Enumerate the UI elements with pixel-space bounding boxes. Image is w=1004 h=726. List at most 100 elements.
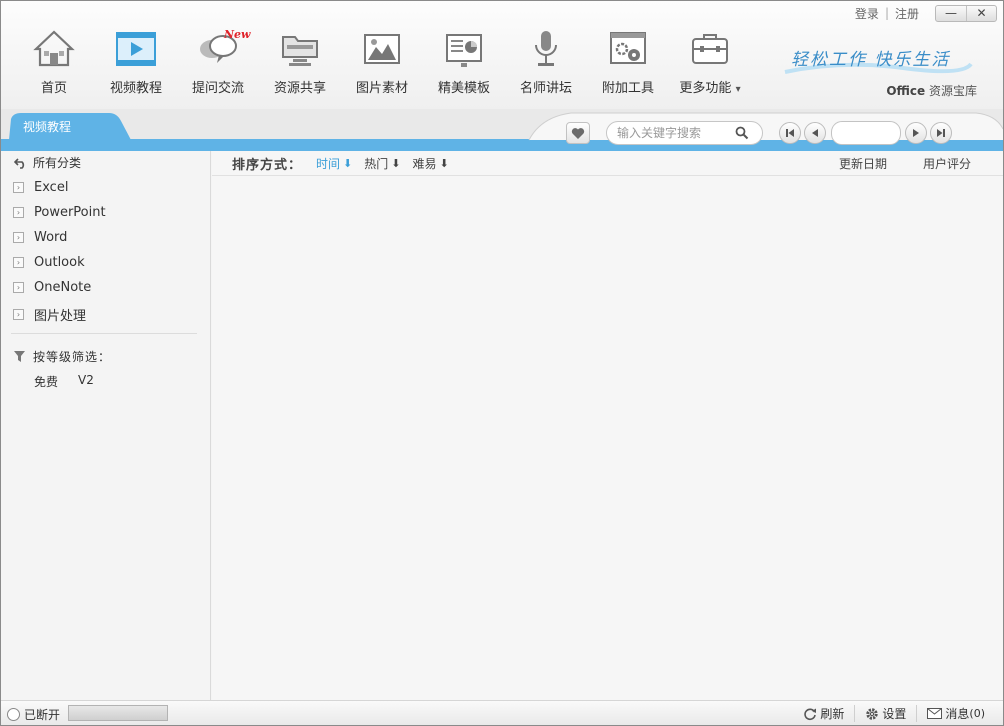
nav-tools[interactable]: 附加工具 — [587, 23, 669, 99]
tab-bar: 视频教程 — [1, 109, 1003, 151]
favorite-button[interactable] — [566, 122, 590, 144]
new-badge: New — [224, 28, 251, 41]
nav-resources-label: 资源共享 — [273, 81, 326, 96]
category-powerpoint[interactable]: › PowerPoint — [13, 205, 106, 220]
search-box — [606, 121, 763, 145]
nav-templates-label: 精美模板 — [437, 81, 490, 96]
last-page-icon — [937, 129, 945, 137]
nav-home[interactable]: 首页 — [13, 23, 95, 99]
pager — [779, 121, 955, 145]
category-label: Word — [34, 230, 68, 245]
category-label: PowerPoint — [34, 205, 106, 220]
sort-by-difficulty[interactable]: 难易 ⬇ — [412, 155, 448, 172]
page-number-input[interactable] — [831, 121, 901, 145]
next-page-button[interactable] — [905, 122, 927, 144]
next-page-icon — [913, 129, 919, 137]
first-page-icon — [786, 129, 794, 137]
last-page-button[interactable] — [930, 122, 952, 144]
refresh-icon — [804, 707, 817, 720]
sort-difficulty-label: 难易 — [412, 156, 437, 171]
tab-video-tutorials[interactable]: 视频教程 — [13, 114, 113, 140]
expand-icon: › — [13, 182, 24, 193]
category-word[interactable]: › Word — [13, 230, 67, 245]
nav-video-label: 视频教程 — [109, 81, 162, 96]
folder-icon — [282, 36, 318, 66]
microphone-icon — [535, 31, 557, 66]
account-bar: 登录 | 注册 — ✕ — [855, 3, 997, 23]
envelope-icon — [927, 708, 943, 719]
video-icon — [116, 32, 156, 66]
expand-icon: › — [13, 309, 24, 320]
search-input[interactable] — [617, 126, 735, 140]
column-user-rating[interactable]: 用户评分 — [923, 155, 971, 172]
register-link[interactable]: 注册 — [895, 5, 919, 22]
level-options: 免费 V2 — [34, 373, 114, 390]
brand-rest: 资源宝库 — [925, 84, 977, 98]
picture-icon — [364, 34, 400, 64]
sort-label: 排序方式： — [232, 157, 303, 173]
gear-icon — [866, 707, 879, 720]
level-free[interactable]: 免费 — [34, 373, 58, 390]
category-label: OneNote — [34, 280, 92, 295]
tools-icon — [610, 32, 646, 64]
connection-label: 已断开 — [24, 708, 61, 722]
account-separator: | — [884, 6, 889, 20]
nav-pictures-label: 图片素材 — [355, 81, 408, 96]
back-arrow-icon — [14, 157, 25, 169]
settings-button[interactable]: 设置 — [854, 705, 916, 722]
messages-label: 消息 — [945, 707, 970, 721]
prev-page-icon — [812, 129, 818, 137]
sort-time-label: 时间 — [316, 156, 341, 171]
category-excel[interactable]: › Excel — [13, 180, 68, 195]
all-categories[interactable]: 所有分类 — [14, 154, 81, 171]
content-area: 排序方式： 时间 ⬇ 热门 ⬇ 难易 ⬇ 更新日期 用户评分 — [212, 151, 1003, 700]
messages-button[interactable]: 消息 (0) — [916, 705, 995, 722]
refresh-button[interactable]: 刷新 — [793, 705, 854, 722]
home-icon — [33, 30, 75, 67]
refresh-label: 刷新 — [820, 707, 845, 721]
login-link[interactable]: 登录 — [855, 5, 879, 22]
nav-more-label: 更多功能 ▾ — [679, 77, 740, 96]
nav-lectures-label: 名师讲坛 — [519, 81, 572, 96]
expand-icon: › — [13, 282, 24, 293]
sidebar-divider — [11, 333, 197, 334]
nav-resources[interactable]: 资源共享 — [259, 23, 341, 99]
expand-icon: › — [13, 257, 24, 268]
all-categories-label: 所有分类 — [33, 156, 82, 170]
arrow-down-icon: ⬇ — [439, 156, 449, 170]
expand-icon: › — [13, 207, 24, 218]
sort-popular-label: 热门 — [364, 156, 389, 171]
app-window: 登录 | 注册 — ✕ 首页 视频教程 New 提问交流 资源共享 图片素材 精… — [0, 0, 1004, 726]
minimize-button[interactable]: — — [936, 6, 966, 21]
search-icon[interactable] — [735, 126, 749, 140]
category-onenote[interactable]: › OneNote — [13, 280, 91, 295]
nav-qa[interactable]: New 提问交流 — [177, 23, 259, 99]
category-outlook[interactable]: › Outlook — [13, 255, 85, 270]
settings-label: 设置 — [882, 707, 907, 721]
level-filter-label: 按等级筛选： — [33, 350, 112, 364]
nav-home-label: 首页 — [40, 81, 67, 96]
status-bar: 已断开 刷新 设置 消息 (0) — [1, 700, 1003, 725]
nav-pictures[interactable]: 图片素材 — [341, 23, 423, 99]
toolbox-icon — [692, 34, 728, 64]
level-filter: 按等级筛选： — [14, 348, 111, 365]
nav-lectures[interactable]: 名师讲坛 — [505, 23, 587, 99]
nav-templates[interactable]: 精美模板 — [423, 23, 505, 99]
category-label: Excel — [34, 180, 69, 195]
nav-qa-label: 提问交流 — [191, 81, 244, 96]
sort-by-time[interactable]: 时间 ⬇ — [316, 155, 352, 172]
nav-more[interactable]: 更多功能 ▾ — [669, 23, 751, 99]
sort-bar: 排序方式： 时间 ⬇ 热门 ⬇ 难易 ⬇ 更新日期 用户评分 — [212, 151, 1003, 176]
first-page-button[interactable] — [779, 122, 801, 144]
messages-count: (0) — [969, 707, 985, 720]
category-image-processing[interactable]: › 图片处理 — [13, 305, 86, 324]
prev-page-button[interactable] — [804, 122, 826, 144]
progress-bar — [68, 705, 168, 721]
column-update-date[interactable]: 更新日期 — [839, 155, 887, 172]
level-v2[interactable]: V2 — [78, 373, 94, 390]
status-actions: 刷新 设置 消息 (0) — [793, 705, 995, 722]
sort-by-popular[interactable]: 热门 ⬇ — [364, 155, 400, 172]
close-button[interactable]: ✕ — [966, 5, 996, 21]
arrow-down-icon: ⬇ — [391, 156, 401, 170]
nav-video-tutorials[interactable]: 视频教程 — [95, 23, 177, 99]
